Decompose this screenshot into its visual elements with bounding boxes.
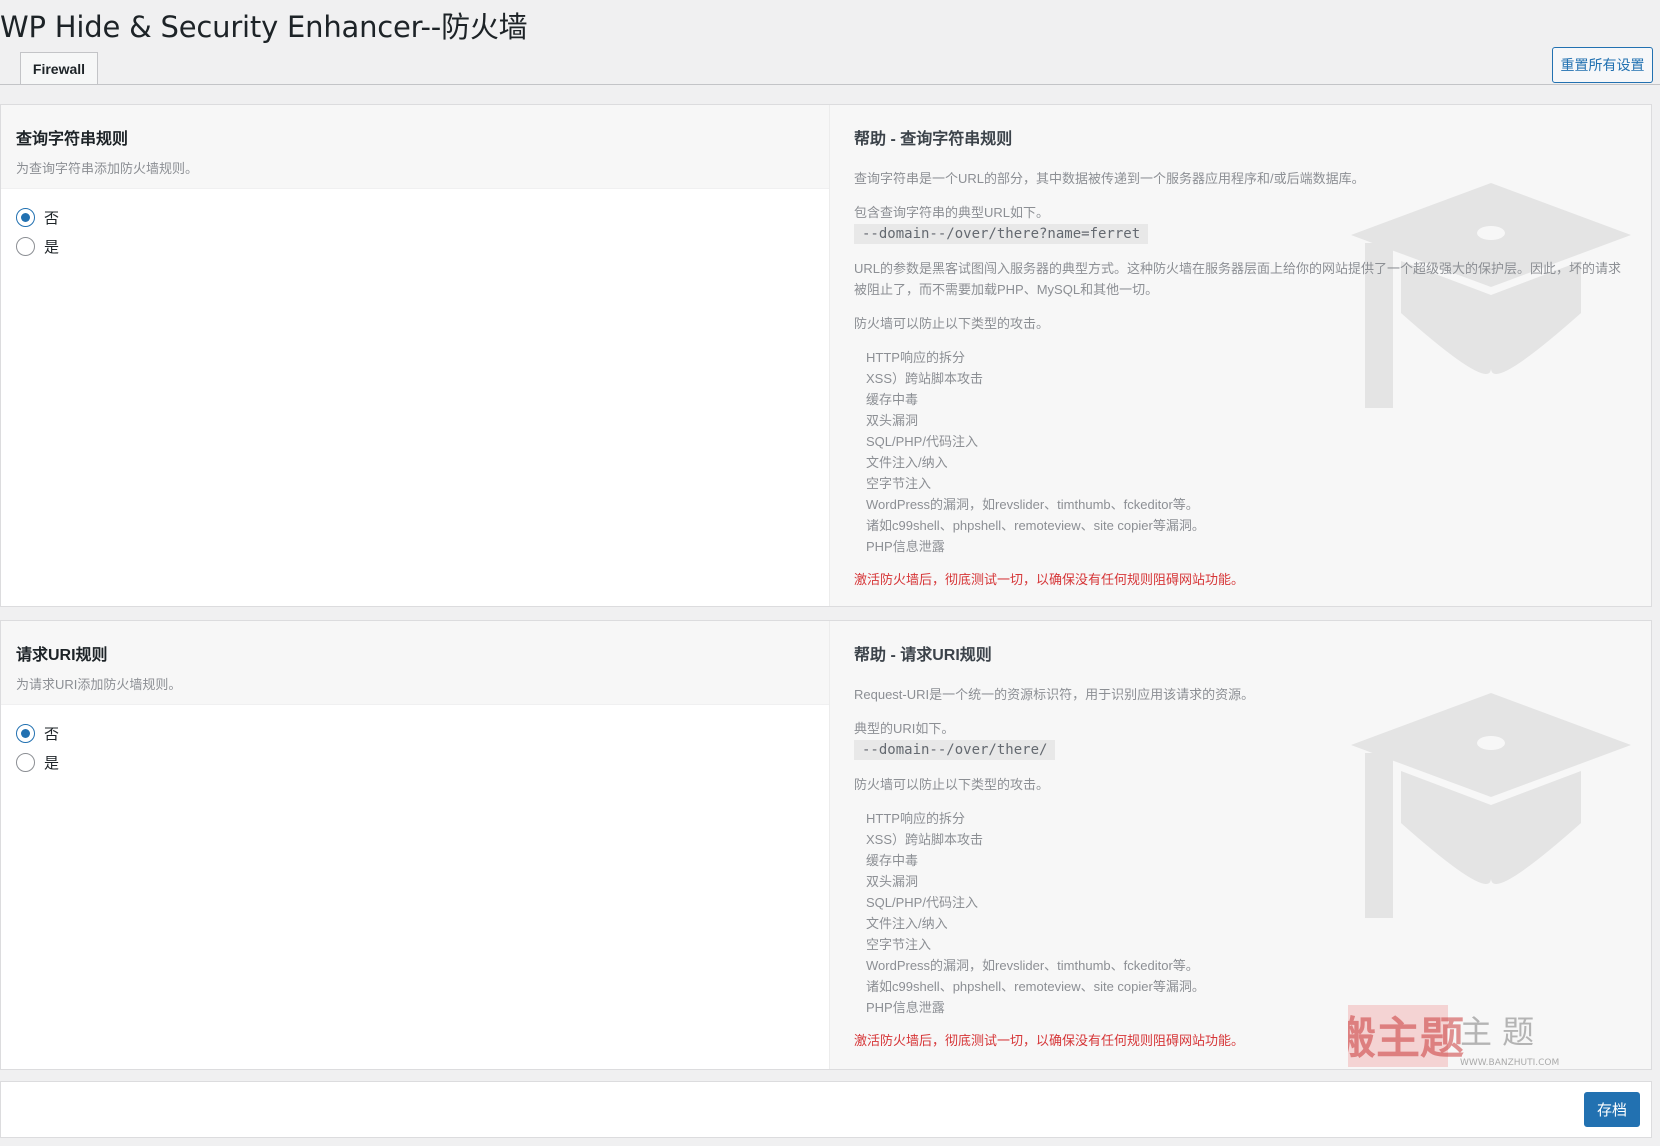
svg-text:主 题: 主 题 bbox=[1460, 1013, 1534, 1051]
list-item: 文件注入/纳入 bbox=[866, 916, 948, 931]
radio-group: 否 是 bbox=[1, 189, 829, 261]
option-panel: 请求URI规则 为请求URI添加防火墙规则。 否 是 bbox=[1, 621, 829, 1069]
list-item: XSS）跨站脚本攻击 bbox=[866, 832, 984, 847]
attack-list: HTTP响应的拆分 XSS）跨站脚本攻击 缓存中毒 双头漏洞 SQL/PHP/代… bbox=[854, 808, 1629, 1018]
radio-option-no[interactable]: 否 bbox=[16, 203, 814, 232]
save-button[interactable]: 存档 bbox=[1584, 1092, 1640, 1127]
radio-option-yes[interactable]: 是 bbox=[16, 748, 814, 777]
list-item: WordPress的漏洞，如revslider、timthumb、fckedit… bbox=[866, 497, 1199, 512]
radio-label-no: 否 bbox=[44, 210, 60, 227]
svg-text:WWW.BANZHUTI.COM: WWW.BANZHUTI.COM bbox=[1460, 1058, 1559, 1068]
help-panel: 帮助 - 查询字符串规则 查询字符串是一个URL的部分，其中数据被传递到一个服务… bbox=[829, 105, 1651, 606]
help-example-label: 典型的URI如下。 bbox=[854, 721, 955, 736]
radio-label-yes: 是 bbox=[44, 239, 60, 256]
query-string-rules-section: 查询字符串规则 为查询字符串添加防火墙规则。 否 是 帮助 - 查询字符串规则 … bbox=[0, 104, 1652, 607]
list-item: PHP信息泄露 bbox=[866, 539, 945, 554]
watermark-logo: 搬主题 主 题 WWW.BANZHUTI.COM bbox=[1348, 1005, 1559, 1068]
option-header: 请求URI规则 为请求URI添加防火墙规则。 bbox=[1, 621, 829, 705]
radio-button-yes[interactable] bbox=[16, 237, 35, 256]
option-title: 查询字符串规则 bbox=[16, 131, 129, 148]
list-item: 诸如c99shell、phpshell、remoteview、site copi… bbox=[866, 518, 1205, 533]
radio-button-no[interactable] bbox=[16, 208, 35, 227]
list-item: HTTP响应的拆分 bbox=[866, 350, 965, 365]
list-item: 诸如c99shell、phpshell、remoteview、site copi… bbox=[866, 979, 1205, 994]
help-intro: Request-URI是一个统一的资源标识符，用于识别应用该请求的资源。 bbox=[854, 687, 1255, 702]
tabs-divider bbox=[0, 84, 1660, 85]
list-item: 缓存中毒 bbox=[866, 853, 919, 868]
list-item: 文件注入/纳入 bbox=[866, 455, 948, 470]
help-list-intro: 防火墙可以防止以下类型的攻击。 bbox=[854, 316, 1050, 331]
list-item: HTTP响应的拆分 bbox=[866, 811, 965, 826]
list-item: WordPress的漏洞，如revslider、timthumb、fckedit… bbox=[866, 958, 1199, 973]
help-warning: 激活防火墙后，彻底测试一切，以确保没有任何规则阻碍网站功能。 bbox=[854, 572, 1245, 587]
option-description: 为查询字符串添加防火墙规则。 bbox=[16, 161, 199, 176]
list-item: SQL/PHP/代码注入 bbox=[866, 434, 978, 449]
help-title: 帮助 - 请求URI规则 bbox=[854, 647, 992, 664]
reset-all-settings-button[interactable]: 重置所有设置 bbox=[1552, 47, 1653, 83]
list-item: SQL/PHP/代码注入 bbox=[866, 895, 978, 910]
list-item: 空字节注入 bbox=[866, 476, 932, 491]
attack-list: HTTP响应的拆分 XSS）跨站脚本攻击 缓存中毒 双头漏洞 SQL/PHP/代… bbox=[854, 347, 1629, 557]
page-title: WP Hide & Security Enhancer--防火墙 bbox=[0, 10, 528, 44]
footer-bar: 存档 bbox=[0, 1081, 1652, 1138]
radio-label-yes: 是 bbox=[44, 755, 60, 772]
help-example-label: 包含查询字符串的典型URL如下。 bbox=[854, 205, 1050, 220]
option-title: 请求URI规则 bbox=[16, 647, 108, 664]
radio-option-no[interactable]: 否 bbox=[16, 719, 814, 748]
radio-group: 否 是 bbox=[1, 705, 829, 777]
help-list-intro: 防火墙可以防止以下类型的攻击。 bbox=[854, 777, 1050, 792]
option-description: 为请求URI添加防火墙规则。 bbox=[16, 677, 182, 692]
list-item: XSS）跨站脚本攻击 bbox=[866, 371, 984, 386]
radio-button-yes[interactable] bbox=[16, 753, 35, 772]
option-header: 查询字符串规则 为查询字符串添加防火墙规则。 bbox=[1, 105, 829, 189]
radio-option-yes[interactable]: 是 bbox=[16, 232, 814, 261]
radio-button-no[interactable] bbox=[16, 724, 35, 743]
help-example-code: --domain--/over/there/ bbox=[854, 740, 1056, 760]
help-extra: URL的参数是黑客试图闯入服务器的典型方式。这种防火墙在服务器层面上给你的网站提… bbox=[854, 261, 1622, 297]
svg-text:搬主题: 搬主题 bbox=[1348, 1013, 1464, 1064]
tab-firewall[interactable]: Firewall bbox=[20, 52, 98, 85]
option-panel: 查询字符串规则 为查询字符串添加防火墙规则。 否 是 bbox=[1, 105, 829, 606]
list-item: 双头漏洞 bbox=[866, 874, 919, 889]
help-intro: 查询字符串是一个URL的部分，其中数据被传递到一个服务器应用程序和/或后端数据库… bbox=[854, 171, 1365, 186]
help-example-code: --domain--/over/there?name=ferret bbox=[854, 224, 1149, 244]
list-item: 空字节注入 bbox=[866, 937, 932, 952]
list-item: 双头漏洞 bbox=[866, 413, 919, 428]
help-title: 帮助 - 查询字符串规则 bbox=[854, 131, 1013, 148]
list-item: 缓存中毒 bbox=[866, 392, 919, 407]
radio-label-no: 否 bbox=[44, 726, 60, 743]
help-panel: 帮助 - 请求URI规则 Request-URI是一个统一的资源标识符，用于识别… bbox=[829, 621, 1651, 1069]
